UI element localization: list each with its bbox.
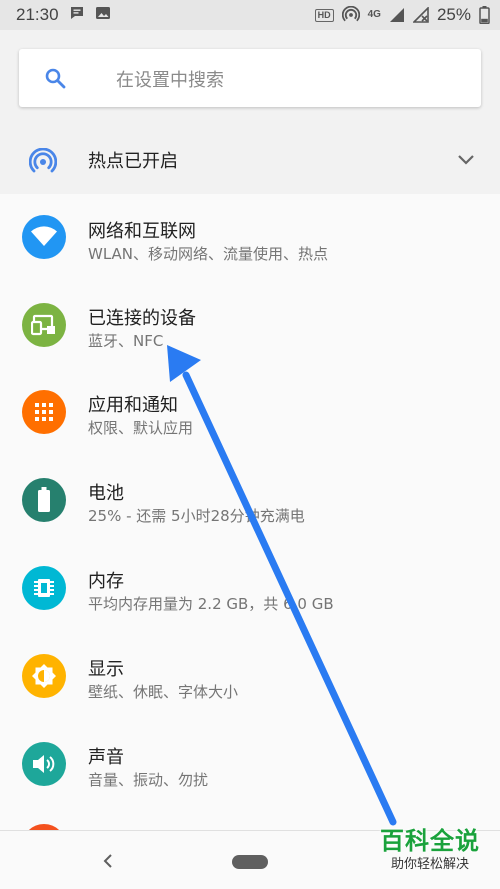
search-bar[interactable]: 在设置中搜索: [19, 49, 481, 107]
setting-subtitle: 音量、振动、勿扰: [88, 771, 209, 789]
watermark: 百科全说 助你轻松解决: [368, 826, 492, 884]
setting-item-storage[interactable]: 内存 平均内存用量为 2.2 GB，共 6.0 GB: [0, 546, 500, 633]
connected-devices-icon: [22, 303, 66, 347]
signal-icon: [389, 7, 405, 23]
brightness-icon: [22, 654, 66, 698]
back-icon[interactable]: [100, 851, 116, 875]
setting-subtitle: WLAN、移动网络、流量使用、热点: [88, 245, 329, 263]
wifi-off-icon: [412, 7, 429, 23]
battery-percent: 25%: [436, 5, 471, 24]
setting-subtitle: 25% - 还需 5小时28分钟充满电: [88, 507, 305, 525]
setting-title: 网络和互联网: [88, 221, 196, 242]
setting-subtitle: 蓝牙、NFC: [88, 332, 164, 350]
setting-subtitle: 壁纸、休眠、字体大小: [88, 683, 239, 701]
setting-item-network[interactable]: 网络和互联网 WLAN、移动网络、流量使用、热点: [0, 194, 500, 281]
setting-item-display[interactable]: 显示 壁纸、休眠、字体大小: [0, 634, 500, 721]
volume-icon: [22, 742, 66, 786]
battery-icon: [22, 478, 66, 522]
memory-icon: [22, 566, 66, 610]
setting-item-sound[interactable]: 声音 音量、振动、勿扰: [0, 722, 500, 809]
battery-status-icon: [479, 6, 490, 24]
wifi-icon: [22, 215, 66, 259]
apps-icon: [22, 390, 66, 434]
setting-title: 已连接的设备: [88, 308, 196, 329]
home-pill-icon[interactable]: [232, 855, 268, 869]
setting-title: 声音: [88, 747, 124, 768]
network-type-label: 4G: [367, 9, 381, 20]
hd-voice-icon: HD: [314, 8, 334, 22]
settings-list: 网络和互联网 WLAN、移动网络、流量使用、热点 已连接的设备 蓝牙、NFC 应…: [0, 194, 500, 830]
status-time: 21:30: [16, 5, 59, 24]
hotspot-status-icon: [341, 6, 360, 24]
chevron-down-icon[interactable]: [456, 152, 476, 172]
hotspot-icon: [28, 147, 58, 180]
setting-title: 电池: [88, 483, 124, 504]
setting-item-battery[interactable]: 电池 25% - 还需 5小时28分钟充满电: [0, 458, 500, 545]
search-icon: [43, 66, 67, 94]
watermark-title: 百科全说: [380, 827, 480, 855]
status-bar: 21:30 HD 4G 25%: [0, 0, 500, 30]
image-icon: [95, 5, 111, 25]
setting-subtitle: 平均内存用量为 2.2 GB，共 6.0 GB: [88, 595, 334, 613]
setting-item-connected-devices[interactable]: 已连接的设备 蓝牙、NFC: [0, 282, 500, 369]
setting-title: 显示: [88, 659, 124, 680]
setting-title: 内存: [88, 571, 124, 592]
setting-subtitle: 权限、默认应用: [88, 419, 194, 437]
setting-item-apps[interactable]: 应用和通知 权限、默认应用: [0, 370, 500, 457]
watermark-subtitle: 助你轻松解决: [390, 857, 469, 872]
message-icon: [69, 5, 85, 25]
setting-title: 应用和通知: [88, 395, 178, 416]
search-placeholder: 在设置中搜索: [116, 70, 224, 91]
hotspot-label: 热点已开启: [88, 151, 178, 172]
hotspot-banner[interactable]: 热点已开启: [0, 126, 500, 194]
